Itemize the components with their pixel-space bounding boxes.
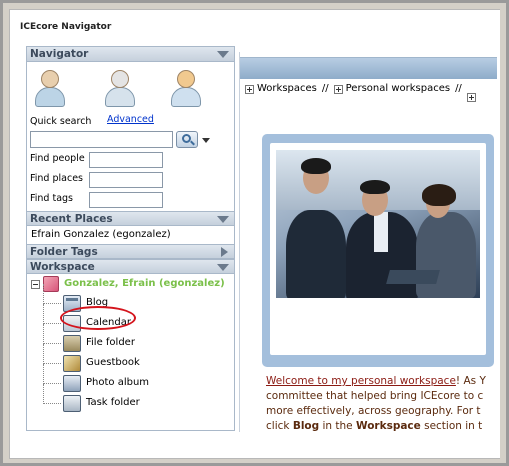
find-places-icon[interactable] [101, 68, 139, 108]
collapse-workspace-icon[interactable] [217, 264, 229, 271]
workspace-tree: Gonzalez, Efrain (egonzalez) Blog Calend… [27, 274, 234, 414]
window-title: ICEcore Navigator [20, 22, 112, 32]
guestbook-folder-icon [63, 355, 81, 372]
file-folder-icon [63, 335, 81, 352]
find-tags-input[interactable] [89, 192, 163, 208]
personal-workspace-icon [43, 276, 59, 292]
recent-places-header[interactable]: Recent Places [27, 211, 234, 226]
recent-places-header-label: Recent Places [30, 213, 113, 225]
breadcrumb-separator: // [321, 83, 329, 94]
find-people-input[interactable] [89, 152, 163, 168]
search-options-dropdown-icon[interactable] [202, 138, 210, 143]
welcome-line-4c: section in t [420, 420, 483, 432]
navigator-icon-row [27, 62, 234, 114]
welcome-text: Welcome to my personal workspace! As Y c… [266, 374, 497, 432]
tree-item-label[interactable]: Guestbook [86, 357, 140, 368]
content-panel: Workspaces // Personal workspaces // Wel… [239, 52, 497, 432]
welcome-photo [276, 150, 480, 298]
workspace-header[interactable]: Workspace [27, 259, 234, 274]
search-button[interactable] [176, 131, 198, 148]
advanced-search-link[interactable]: Advanced [107, 114, 154, 125]
welcome-line-4b: in the [319, 420, 356, 432]
tree-root-label[interactable]: Gonzalez, Efrain (egonzalez) [64, 278, 225, 289]
find-places-input[interactable] [89, 172, 163, 188]
tree-item-label[interactable]: Task folder [86, 397, 140, 408]
photo-album-folder-icon [63, 375, 81, 392]
expand-icon[interactable] [466, 93, 476, 102]
breadcrumb-label[interactable]: Workspaces [257, 83, 317, 94]
navigator-header[interactable]: Navigator [27, 47, 234, 62]
welcome-rest: ! As Y [455, 375, 486, 387]
tree-item-label[interactable]: File folder [86, 337, 135, 348]
collapse-tree-icon[interactable] [31, 280, 40, 289]
find-tags-icon[interactable] [167, 68, 205, 108]
breadcrumb-separator: // [455, 83, 462, 94]
breadcrumb-workspaces[interactable]: Workspaces [245, 83, 317, 94]
quick-search-input[interactable] [30, 131, 173, 148]
task-folder-icon [63, 395, 81, 412]
folder-tags-header-label: Folder Tags [30, 246, 98, 258]
welcome-blog-bold: Blog [292, 420, 320, 432]
quick-search-label: Quick search [30, 116, 92, 127]
welcome-photo-frame [262, 134, 494, 367]
welcome-workspace-bold: Workspace [355, 420, 421, 432]
recent-place-item[interactable]: Efrain Gonzalez (egonzalez) [27, 226, 234, 244]
welcome-line-4a: click [266, 420, 293, 432]
blog-highlight-ring [60, 306, 136, 330]
welcome-link[interactable]: Welcome to my personal workspace [266, 375, 456, 387]
expand-folder-tags-icon[interactable] [221, 247, 228, 257]
breadcrumb-label[interactable]: Personal workspaces [346, 83, 450, 94]
find-places-label: Find places [30, 173, 83, 184]
expand-icon[interactable] [245, 85, 254, 94]
breadcrumb-personal-workspaces[interactable]: Personal workspaces [333, 83, 450, 94]
find-people-label: Find people [30, 153, 85, 164]
find-tags-label: Find tags [30, 193, 74, 204]
navigator-panel: Navigator Quick search Advanced Find peo… [26, 46, 235, 431]
welcome-line-2: committee that helped bring ICEcore to c [266, 390, 484, 402]
collapse-navigator-icon[interactable] [217, 51, 229, 58]
folder-tags-header[interactable]: Folder Tags [27, 244, 234, 259]
navigator-header-label: Navigator [30, 48, 89, 60]
workspace-header-label: Workspace [30, 261, 95, 273]
content-toolbar [240, 57, 497, 79]
tree-item-label[interactable]: Photo album [86, 377, 149, 388]
find-people-icon[interactable] [31, 68, 69, 108]
welcome-line-3: more effectively, across geography. For … [266, 405, 481, 417]
expand-icon[interactable] [333, 85, 343, 94]
collapse-recent-places-icon[interactable] [217, 216, 229, 223]
breadcrumb: Workspaces // Personal workspaces // [245, 83, 481, 102]
